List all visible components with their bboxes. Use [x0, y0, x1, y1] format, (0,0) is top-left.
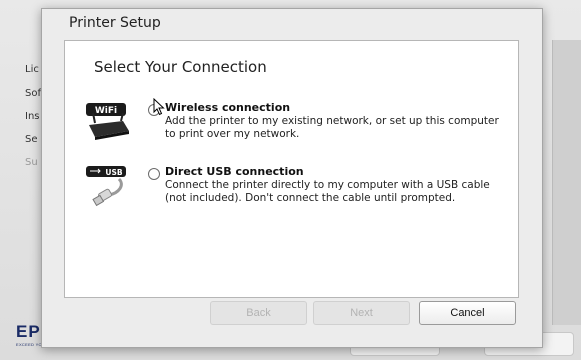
- mouse-cursor-icon: [153, 97, 165, 120]
- wifi-router-icon: WiFi: [85, 101, 131, 145]
- step-summary: Su: [25, 157, 38, 168]
- next-button[interactable]: Next: [313, 301, 410, 325]
- wireless-description: Add the printer to my existing network, …: [165, 115, 499, 140]
- connection-panel: Select Your Connection WiFi Wireless con…: [64, 40, 519, 298]
- step-software: Sof: [25, 88, 41, 99]
- printer-setup-dialog: Printer Setup Select Your Connection WiF…: [41, 8, 543, 348]
- svg-text:USB: USB: [105, 168, 122, 177]
- step-setup: Se: [25, 134, 38, 145]
- step-install: Ins: [25, 111, 40, 122]
- usb-radio[interactable]: [148, 168, 160, 180]
- usb-cable-icon: USB: [85, 165, 131, 213]
- step-license: Lic: [25, 64, 39, 75]
- cancel-button[interactable]: Cancel: [419, 301, 516, 325]
- svg-text:WiFi: WiFi: [95, 106, 117, 116]
- usb-title: Direct USB connection: [165, 165, 304, 178]
- dialog-title: Printer Setup: [69, 15, 161, 31]
- wireless-title: Wireless connection: [165, 101, 291, 114]
- back-button[interactable]: Back: [210, 301, 307, 325]
- installer-right-edge: [552, 40, 581, 325]
- usb-description: Connect the printer directly to my compu…: [165, 179, 490, 204]
- panel-heading: Select Your Connection: [94, 58, 267, 76]
